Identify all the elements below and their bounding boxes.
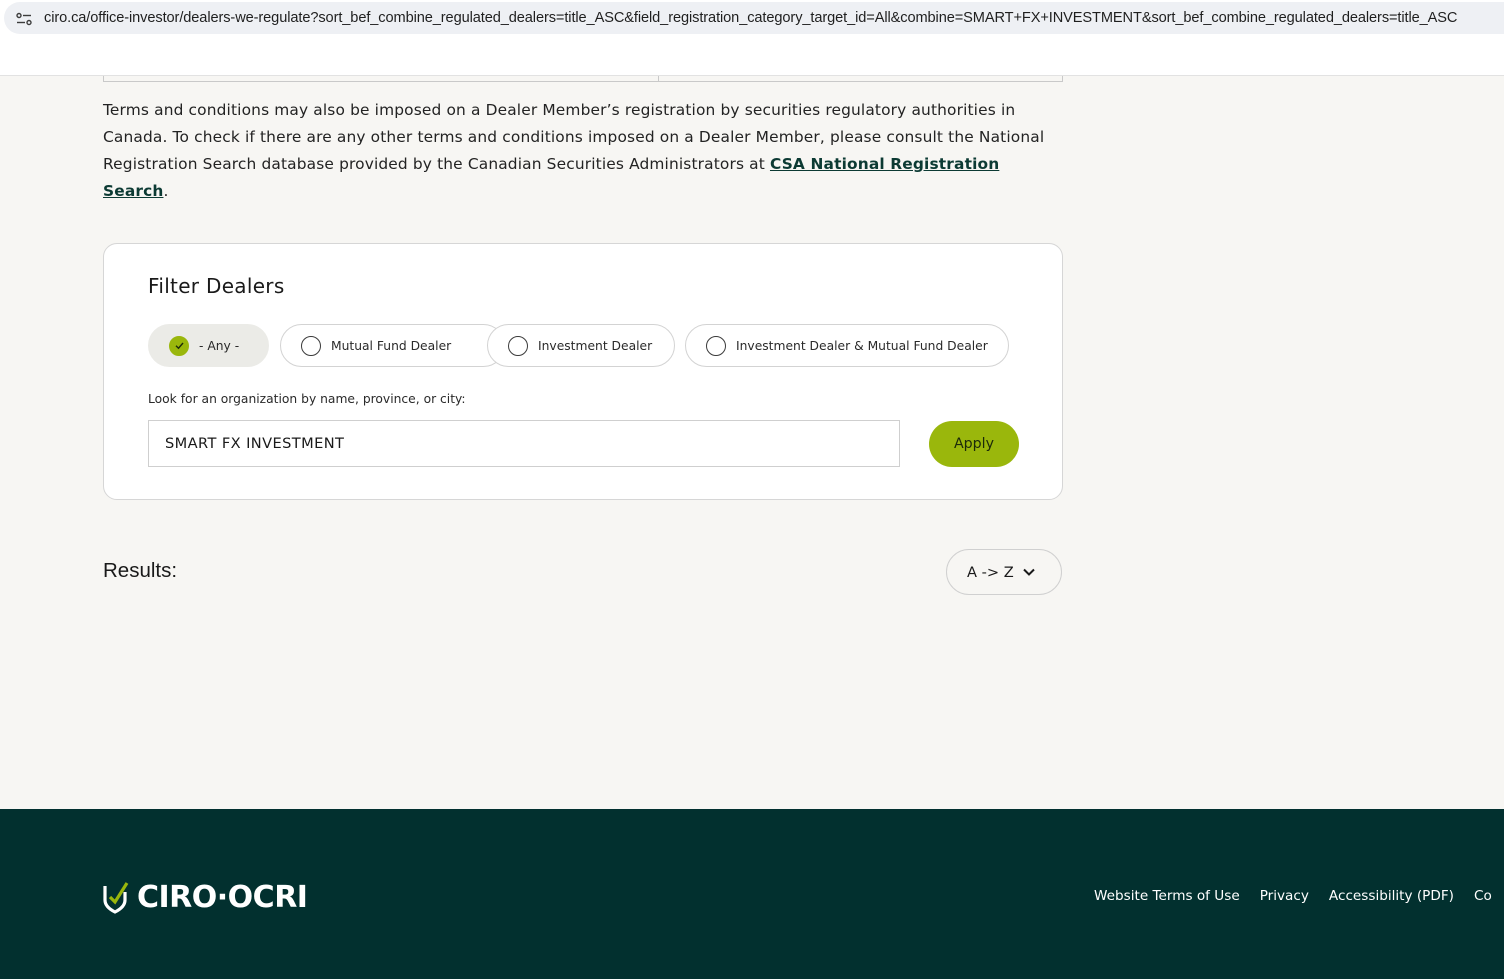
browser-address-bar: ciro.ca/office-investor/dealers-we-regul… [0,0,1504,76]
footer-link-contact[interactable]: Co [1474,888,1492,904]
organization-search-input[interactable] [148,420,900,467]
footer-link-terms[interactable]: Website Terms of Use [1094,888,1240,904]
filter-option-investment-dealer[interactable]: Investment Dealer [487,324,675,367]
url-field[interactable]: ciro.ca/office-investor/dealers-we-regul… [4,2,1504,34]
chevron-down-icon [1023,568,1035,576]
filter-option-any[interactable]: - Any - [148,324,269,367]
terms-paragraph: Terms and conditions may also be imposed… [103,97,1063,205]
ciro-logo[interactable]: CIRO·OCRI [103,879,308,915]
radio-icon [301,335,321,356]
table-column-divider [658,76,659,82]
shield-check-icon [103,882,129,914]
sort-value: A -> Z [967,563,1014,581]
results-label: Results: [103,559,178,582]
filter-option-investment-and-mutual-fund-dealer[interactable]: Investment Dealer & Mutual Fund Dealer [685,324,1009,367]
footer-link-privacy[interactable]: Privacy [1260,888,1309,904]
site-info-icon[interactable] [16,12,32,26]
radio-icon [706,335,726,356]
filter-option-label: Mutual Fund Dealer [331,338,452,353]
filter-option-mutual-fund-dealer[interactable]: Mutual Fund Dealer [280,324,505,367]
filter-option-label: Investment Dealer [538,338,653,353]
sort-select[interactable]: A -> Z [946,549,1062,595]
logo-text: CIRO·OCRI [137,879,308,915]
url-text: ciro.ca/office-investor/dealers-we-regul… [44,10,1458,26]
terms-suffix: . [163,182,169,200]
filter-option-label: Investment Dealer & Mutual Fund Dealer [736,338,988,353]
footer-links: Website Terms of Use Privacy Accessibili… [1094,888,1504,904]
table-bottom-edge [103,76,1063,82]
apply-button[interactable]: Apply [929,421,1019,467]
footer-link-accessibility[interactable]: Accessibility (PDF) [1329,888,1454,904]
search-label: Look for an organization by name, provin… [148,392,466,406]
check-icon [169,335,189,356]
filter-title: Filter Dealers [148,274,285,298]
filter-dealers-card: Filter Dealers - Any - Mutual Fund Deale… [103,243,1063,500]
filter-option-label: - Any - [199,338,240,353]
site-footer: CIRO·OCRI Website Terms of Use Privacy A… [0,809,1504,979]
radio-icon [508,335,528,356]
